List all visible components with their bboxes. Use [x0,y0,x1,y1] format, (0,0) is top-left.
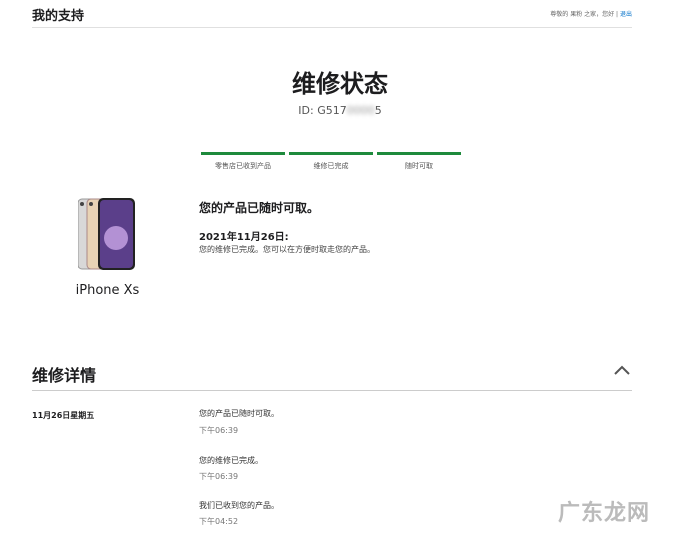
product-name: iPhone Xs [75,283,140,298]
user-greeting: 尊敬的 果粉 之家，您好 | 退出 [550,9,632,18]
status-text: 您的维修已完成。您可以在方便时取走您的产品。 [199,245,375,254]
repair-id-prefix: ID: G517 [298,104,347,117]
event-text: 您的维修已完成。 [199,456,263,465]
repair-id-suffix: 5 [374,104,382,117]
progress-step-3 [377,152,461,155]
event-text: 您的产品已随时可取。 [199,409,279,418]
step-label: 维修已完成 [313,162,349,170]
repair-id-masked: 0000 [346,104,375,117]
step-label: 随时可取 [405,162,433,170]
event-text: 我们已收到您的产品。 [199,501,279,510]
progress-step-1 [201,152,285,155]
progress-step-2 [289,152,373,155]
repair-id: ID: G51700005 [0,104,680,117]
watermark: 广东龙网 [557,501,650,526]
status-date: 2021年11月26日: [199,232,289,243]
event-time: 下午04:52 [199,517,239,526]
event-time: 下午06:39 [199,426,239,435]
chevron-up-icon[interactable] [612,362,632,378]
event-time: 下午06:39 [199,472,239,481]
details-date: 11月26日星期五 [32,411,95,420]
status-headline: 您的产品已随时可取。 [199,201,320,215]
divider [32,390,632,391]
product-image [77,198,136,270]
page-title: 维修状态 [292,70,388,98]
brand-title: 我的支持 [32,9,85,24]
details-title: 维修详情 [32,366,97,385]
greeting-text: 尊敬的 果粉 之家，您好 [550,11,615,18]
logout-link[interactable]: 退出 [620,11,632,18]
separator: | [616,11,619,18]
step-label: 零售店已收到产品 [215,162,271,170]
top-bar: 我的支持 尊敬的 果粉 之家，您好 | 退出 [32,0,632,28]
